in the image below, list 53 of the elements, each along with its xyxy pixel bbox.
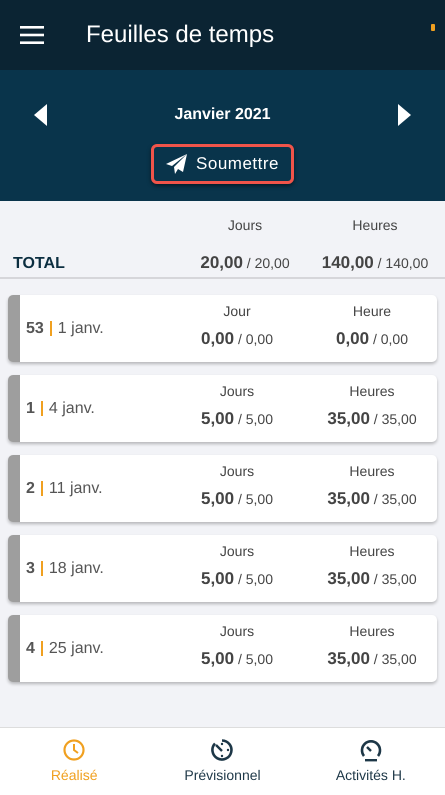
- week-value: 0,00 / 0,00: [200, 328, 274, 350]
- week-date: 11 janv.: [48, 478, 103, 498]
- month-label: Janvier 2021: [174, 105, 271, 125]
- submit-button[interactable]: Soumettre: [151, 144, 294, 184]
- column-heading: Jours: [218, 622, 256, 641]
- total-value: 20,00 / 20,00: [199, 252, 291, 274]
- gauge-icon: [358, 738, 383, 762]
- week-number: 1: [26, 398, 35, 418]
- column-heading: Heures: [348, 542, 396, 561]
- column-heading: Jours: [218, 382, 256, 401]
- week-card[interactable]: 4 25 janv. Jours Heures 5,00 / 5,00 35,00 / 35,00: [8, 615, 437, 682]
- week-card[interactable]: 1 4 janv. Jours Heures 5,00 / 5,00 35,00 / 35,00: [8, 375, 437, 442]
- week-number: 2: [26, 478, 35, 498]
- column-heading: Jours: [226, 216, 264, 235]
- week-value: 5,00 / 5,00: [200, 408, 274, 430]
- column-heading: Jours: [218, 542, 256, 561]
- column-heading: Jours: [218, 462, 256, 481]
- week-value: 35,00 / 35,00: [326, 488, 418, 510]
- week-value: 0,00 / 0,00: [334, 328, 409, 350]
- indicator-icon: [431, 24, 435, 31]
- column-heading: Heures: [348, 622, 396, 641]
- week-date: 4 janv.: [48, 398, 95, 418]
- column-heading: Heures: [348, 382, 396, 401]
- clock-icon: [62, 738, 86, 762]
- week-value: 5,00 / 5,00: [200, 648, 274, 670]
- column-heading: Heures: [351, 216, 399, 235]
- column-heading: Jour: [222, 302, 252, 321]
- week-number: 3: [26, 558, 35, 578]
- week-value: 5,00 / 5,00: [200, 488, 274, 510]
- week-date: 1 janv.: [58, 318, 104, 338]
- week-card[interactable]: 53 1 janv. Jour Heure 0,00 / 0,00 0,00 / 0,00: [8, 295, 437, 362]
- week-card[interactable]: 2 11 janv. Jours Heures 5,00 / 5,00 35,00 / 35,00: [8, 455, 437, 522]
- total-label: TOTAL: [12, 254, 66, 274]
- column-heading: Heures: [348, 462, 396, 481]
- week-value: 35,00 / 35,00: [326, 648, 418, 670]
- column-heading: Heure: [352, 302, 392, 321]
- menu-button[interactable]: [20, 26, 44, 44]
- week-date: 18 janv.: [48, 558, 104, 578]
- next-month-button[interactable]: [398, 104, 411, 126]
- stopwatch-icon: [210, 738, 234, 762]
- week-value: 5,00 / 5,00: [200, 568, 274, 590]
- week-number: 4: [26, 638, 35, 658]
- week-number: 53: [26, 318, 44, 338]
- page-title: Feuilles de temps: [86, 20, 274, 50]
- week-date: 25 janv.: [48, 638, 104, 658]
- tab[interactable]: Activités H.: [296, 728, 445, 795]
- week-card[interactable]: 3 18 janv. Jours Heures 5,00 / 5,00 35,00 / 35,00: [8, 535, 437, 602]
- paper-plane-icon: [166, 154, 188, 174]
- previous-month-button[interactable]: [34, 104, 47, 126]
- week-value: 35,00 / 35,00: [326, 408, 418, 430]
- week-value: 35,00 / 35,00: [326, 568, 418, 590]
- total-value: 140,00 / 140,00: [320, 252, 430, 274]
- tab[interactable]: Prévisionnel: [148, 728, 297, 795]
